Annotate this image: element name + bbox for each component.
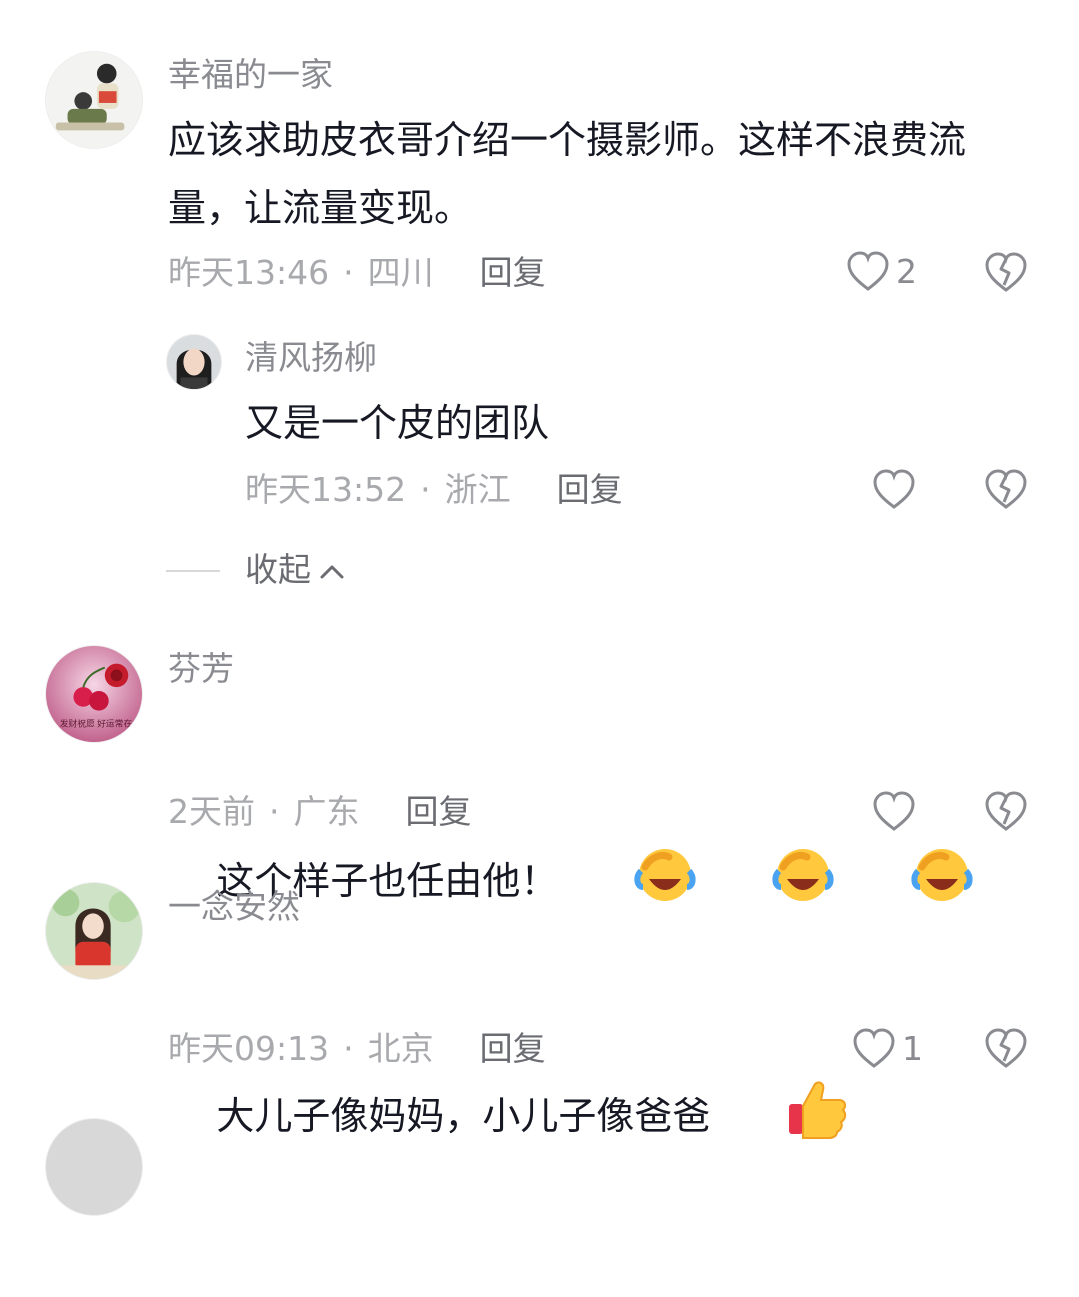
- comment-location: 四川: [367, 253, 434, 292]
- dislike-button[interactable]: [984, 790, 1028, 832]
- collapse-replies-button[interactable]: 收起: [245, 553, 345, 586]
- comment-meta: 昨天13:46 · 四川 回复: [168, 256, 546, 289]
- avatar[interactable]: [45, 1118, 143, 1216]
- comment-time: 2天前: [168, 792, 255, 831]
- broken-heart-icon: [984, 251, 1028, 293]
- dislike-button[interactable]: [984, 251, 1028, 293]
- heart-outline-icon: [872, 468, 916, 510]
- reply-button[interactable]: 回复: [557, 470, 623, 509]
- separator-dot: ·: [269, 792, 280, 831]
- username[interactable]: 一念安然: [168, 890, 300, 923]
- username[interactable]: 幸福的一家: [168, 58, 333, 91]
- username[interactable]: 芬芳: [168, 652, 234, 685]
- collapse-label: 收起: [245, 550, 311, 589]
- like-count: 2: [896, 251, 917, 291]
- avatar[interactable]: [166, 334, 222, 390]
- dislike-button[interactable]: [984, 1027, 1028, 1069]
- comment-time: 昨天13:46: [168, 253, 330, 292]
- comment-location: 北京: [367, 1029, 434, 1068]
- comment-time: 昨天13:52: [245, 470, 407, 509]
- comment-meta: 昨天09:13 · 北京 回复: [168, 1032, 546, 1065]
- comment-time: 昨天09:13: [168, 1029, 330, 1068]
- comment-text: 大儿子像妈妈，小儿子像爸爸: [168, 940, 1048, 1297]
- heart-outline-icon: [852, 1027, 896, 1069]
- reply-button[interactable]: 回复: [480, 1029, 546, 1068]
- comment-text-content: 大儿子像妈妈，小儿子像爸爸: [216, 1094, 711, 1138]
- avatar[interactable]: 发财祝愿 好运常在: [45, 645, 143, 743]
- like-button[interactable]: [872, 790, 922, 832]
- thumbs-up-emoji: [712, 1008, 848, 1229]
- avatar-caption: 发财祝愿 好运常在: [60, 717, 133, 728]
- like-button[interactable]: [872, 468, 922, 510]
- broken-heart-icon: [984, 790, 1028, 832]
- separator-dot: ·: [420, 470, 431, 509]
- reply-button[interactable]: 回复: [406, 792, 472, 831]
- username[interactable]: 清风扬柳: [245, 341, 377, 374]
- collapse-divider: [166, 570, 220, 572]
- like-button[interactable]: 1: [852, 1027, 923, 1069]
- reply-button[interactable]: 回复: [480, 253, 546, 292]
- comment-meta: 昨天13:52 · 浙江 回复: [245, 473, 623, 506]
- like-button[interactable]: 2: [846, 250, 917, 292]
- comment-meta: 2天前 · 广东 回复: [168, 795, 472, 828]
- avatar[interactable]: [45, 882, 143, 980]
- comment-location: 广东: [293, 792, 360, 831]
- heart-outline-icon: [872, 790, 916, 832]
- separator-dot: ·: [343, 1029, 354, 1068]
- chevron-up-icon: [319, 553, 345, 586]
- broken-heart-icon: [984, 1027, 1028, 1069]
- comment-text: 应该求助皮衣哥介绍一个摄影师。这样不浪费流 量，让流量变现。: [168, 118, 967, 230]
- comment-text: 又是一个皮的团队: [245, 401, 550, 445]
- separator-dot: ·: [343, 253, 354, 292]
- like-count: 1: [902, 1028, 923, 1068]
- comment-location: 浙江: [444, 470, 511, 509]
- heart-outline-icon: [846, 250, 890, 292]
- broken-heart-icon: [984, 468, 1028, 510]
- avatar[interactable]: [45, 51, 143, 149]
- dislike-button[interactable]: [984, 468, 1028, 510]
